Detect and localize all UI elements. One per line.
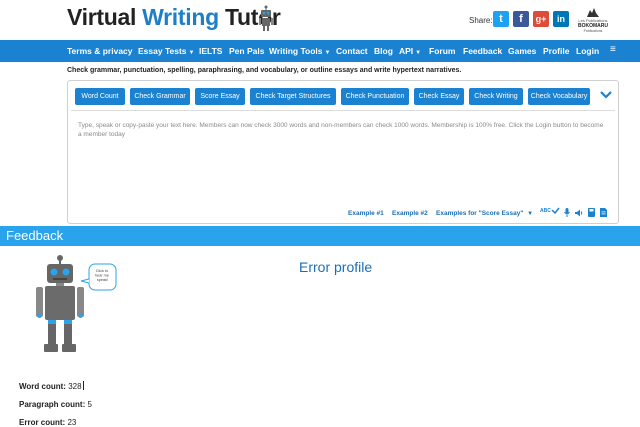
site-logo[interactable]: Virtual Writing Tutor [67, 4, 281, 31]
googleplus-icon[interactable]: g+ [533, 11, 549, 27]
publisher-logo[interactable]: Les Publications BOKOMARU Publications [576, 5, 610, 37]
check-essay-button[interactable]: Check Essay [414, 88, 464, 105]
nav-profile[interactable]: Profile [543, 46, 569, 56]
robot-logo-icon [259, 5, 273, 31]
nav-games[interactable]: Games [508, 46, 536, 56]
paragraph-count-stat: Paragraph count: 5 [19, 400, 92, 409]
checkmark-icon [551, 207, 560, 215]
example-2-link[interactable]: Example #2 [392, 210, 428, 217]
hamburger-menu-icon[interactable]: ≡ [610, 44, 616, 55]
nav-login[interactable]: Login [576, 46, 599, 56]
word-count-stat: Word count: 328 [19, 381, 84, 391]
score-essay-button[interactable]: Score Essay [195, 88, 245, 105]
document-icon[interactable] [600, 208, 607, 217]
publisher-line-3: Publications [583, 29, 603, 33]
linkedin-icon[interactable]: in [553, 11, 569, 27]
nav-ielts[interactable]: IELTS [199, 46, 222, 56]
editor-panel: Word Count Check Grammar Score Essay Che… [67, 80, 619, 224]
chevron-down-icon: ▼ [525, 211, 534, 217]
text-input-area[interactable]: Type, speak or copy-paste your text here… [78, 121, 608, 139]
nav-api[interactable]: API ▼ [399, 46, 421, 56]
nav-terms-privacy[interactable]: Terms & privacy [67, 46, 133, 56]
spellcheck-icon[interactable]: ABC [540, 207, 560, 215]
text-cursor [82, 381, 84, 390]
nav-feedback[interactable]: Feedback [463, 46, 502, 56]
check-punctuation-button[interactable]: Check Punctuation [341, 88, 409, 105]
chevron-down-icon: ▼ [415, 50, 422, 56]
error-profile-heading: Error profile [299, 259, 373, 275]
check-grammar-button[interactable]: Check Grammar [130, 88, 190, 105]
nav-writing-tools[interactable]: Writing Tools ▼ [269, 46, 330, 56]
chevron-down-icon: ▼ [188, 50, 195, 56]
word-count-button[interactable]: Word Count [75, 88, 125, 105]
error-count-stat: Error count: 23 [19, 418, 77, 427]
chevron-down-icon: ▼ [324, 50, 331, 56]
toolbar-divider [71, 110, 615, 111]
speaker-icon[interactable] [575, 209, 583, 217]
check-target-structures-button[interactable]: Check Target Structures [250, 88, 336, 105]
nav-pen-pals[interactable]: Pen Pals [229, 46, 264, 56]
nav-blog[interactable]: Blog [374, 46, 393, 56]
talking-robot-icon[interactable]: Click to hear me speak! [34, 253, 118, 355]
example-1-link[interactable]: Example #1 [348, 210, 384, 217]
feedback-title: Feedback [6, 228, 64, 243]
page-subtitle: Check grammar, punctuation, spelling, pa… [67, 67, 462, 74]
speak-bubble-text[interactable]: Click to hear me speak! [95, 269, 110, 282]
site-header: Virtual Writing Tutor Share: t f g+ in L… [0, 0, 640, 40]
logo-word-writing: Writing [142, 4, 219, 30]
save-icon[interactable] [588, 208, 595, 217]
check-vocabulary-button[interactable]: Check Vocabulary [528, 88, 590, 105]
nav-contact[interactable]: Contact [336, 46, 368, 56]
logo-word-virtual: Virtual [67, 4, 137, 30]
publisher-emblem-icon [587, 8, 599, 17]
twitter-icon[interactable]: t [493, 11, 509, 27]
feedback-header: Feedback [0, 226, 640, 246]
nav-essay-tests[interactable]: Essay Tests ▼ [138, 46, 194, 56]
score-essay-examples-dropdown[interactable]: Examples for "Score Essay" ▼ [436, 210, 533, 217]
share-label: Share: [469, 16, 493, 25]
nav-forum[interactable]: Forum [429, 46, 455, 56]
microphone-icon[interactable] [564, 208, 570, 217]
chevron-down-icon[interactable] [599, 88, 613, 102]
main-nav: Terms & privacy Essay Tests ▼ IELTS Pen P… [0, 40, 640, 62]
check-writing-button[interactable]: Check Writing [469, 88, 523, 105]
facebook-icon[interactable]: f [513, 11, 529, 27]
